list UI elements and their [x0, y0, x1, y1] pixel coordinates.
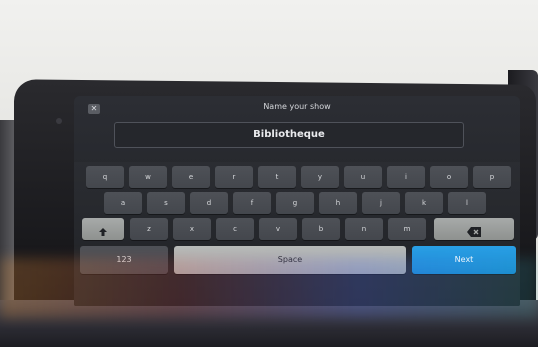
key-g[interactable]: g [276, 192, 314, 214]
key-v[interactable]: v [259, 218, 297, 240]
key-j[interactable]: j [362, 192, 400, 214]
key-p[interactable]: p [473, 166, 511, 188]
key-e[interactable]: e [172, 166, 210, 188]
key-c[interactable]: c [216, 218, 254, 240]
key-b[interactable]: b [302, 218, 340, 240]
key-t[interactable]: t [258, 166, 296, 188]
key-h[interactable]: h [319, 192, 357, 214]
light-glare [0, 258, 538, 318]
key-r[interactable]: r [215, 166, 253, 188]
key-z[interactable]: z [130, 218, 168, 240]
key-l[interactable]: l [448, 192, 486, 214]
backspace-key[interactable] [434, 218, 514, 240]
key-u[interactable]: u [344, 166, 382, 188]
key-s[interactable]: s [147, 192, 185, 214]
key-a[interactable]: a [104, 192, 142, 214]
key-n[interactable]: n [345, 218, 383, 240]
camera-dot [56, 118, 62, 124]
key-x[interactable]: x [173, 218, 211, 240]
backspace-icon [467, 224, 481, 246]
key-y[interactable]: y [301, 166, 339, 188]
key-w[interactable]: w [129, 166, 167, 188]
key-i[interactable]: i [387, 166, 425, 188]
shift-arrow-icon [98, 224, 108, 246]
key-f[interactable]: f [233, 192, 271, 214]
key-d[interactable]: d [190, 192, 228, 214]
shift-key[interactable] [82, 218, 124, 240]
key-o[interactable]: o [430, 166, 468, 188]
show-name-input[interactable]: Bibliotheque [114, 122, 464, 148]
key-k[interactable]: k [405, 192, 443, 214]
key-q[interactable]: q [86, 166, 124, 188]
key-m[interactable]: m [388, 218, 426, 240]
dialog-title: Name your show [263, 102, 331, 111]
